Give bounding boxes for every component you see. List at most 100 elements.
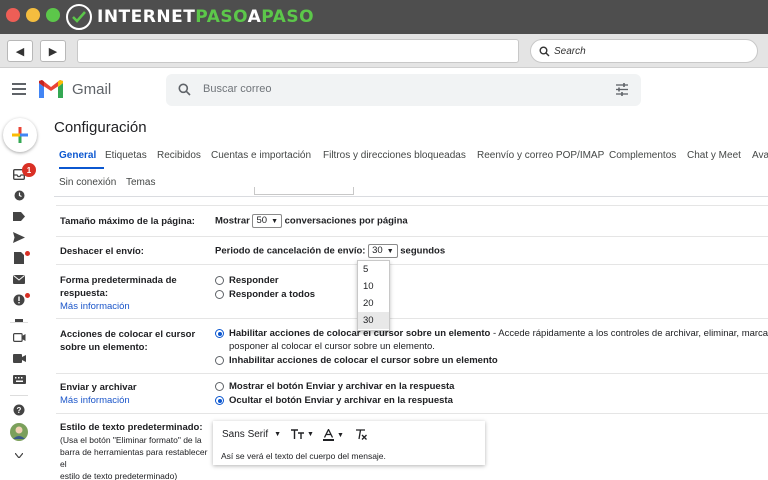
undo-send-setting: Periodo de cancelación de envío: 30 ▼ seg… [215, 244, 445, 258]
search-icon [539, 46, 550, 56]
compose-button[interactable] [3, 118, 37, 152]
chevron-down-icon: ▼ [307, 431, 314, 438]
row-divider [56, 373, 768, 374]
row-divider [56, 236, 768, 237]
tab-themes[interactable]: Temas [126, 177, 155, 188]
tab-general[interactable]: General [59, 150, 96, 161]
send-archive-show-option[interactable]: Mostrar el botón Enviar y archivar en la… [215, 381, 454, 392]
dropdown-option[interactable]: 10 [358, 278, 389, 295]
gmail-header: Gmail Buscar correo [0, 68, 768, 112]
radio-send-archive-hide[interactable] [215, 396, 224, 405]
radio-reply[interactable] [215, 276, 224, 285]
send-archive-show-label: Mostrar el botón Enviar y archivar en la… [229, 381, 455, 392]
font-size-select[interactable]: ▼ [291, 429, 314, 440]
spam-icon[interactable] [12, 294, 26, 306]
minimize-window-button[interactable] [26, 8, 40, 22]
compose-icon [12, 127, 28, 143]
maximize-window-button[interactable] [46, 8, 60, 22]
search-icon[interactable] [178, 83, 191, 96]
remove-format-icon [356, 429, 367, 440]
settings-tabs: General Etiquetas Recibidos Cuentas e im… [54, 145, 768, 197]
browser-search-input[interactable]: Search [530, 39, 758, 63]
undo-send-dropdown: 5 10 20 30 [357, 260, 390, 331]
tab-filters[interactable]: Filtros y direcciones bloqueadas [323, 150, 466, 161]
send-archive-hide-label: Ocultar el botón Enviar y archivar en la… [229, 395, 453, 406]
send-archive-more-info-link[interactable]: Más información [60, 394, 137, 407]
camera-icon[interactable] [12, 352, 26, 364]
tab-accounts[interactable]: Cuentas e importación [211, 150, 311, 161]
browser-search-placeholder: Search [554, 45, 586, 57]
tab-chat-meet[interactable]: Chat y Meet [687, 150, 741, 161]
send-archive-hide-option[interactable]: Ocultar el botón Enviar y archivar en la… [215, 395, 453, 406]
search-options-icon[interactable] [615, 83, 629, 96]
font-size-icon [291, 429, 304, 439]
clock-icon[interactable] [12, 189, 26, 201]
text-style-editor: Sans Serif ▼ ▼ ▼ Así se verá el texto del… [213, 421, 485, 465]
url-bar[interactable] [77, 39, 519, 63]
font-family-value: Sans Serif [222, 429, 269, 440]
back-button[interactable]: ◀ [7, 40, 33, 62]
inbox-unread-badge: 1 [22, 163, 36, 177]
radio-reply-all[interactable] [215, 290, 224, 299]
radio-send-archive-show[interactable] [215, 382, 224, 391]
text-color-select[interactable]: ▼ [323, 429, 344, 441]
close-window-button[interactable] [6, 8, 20, 22]
dropdown-option-selected[interactable]: 30 [358, 312, 389, 329]
radio-hover-enable[interactable] [215, 329, 224, 338]
forward-button[interactable]: ▶ [40, 40, 66, 62]
chevron-down-icon: ▼ [271, 218, 278, 225]
page-size-label: Tamaño máximo de la página: [60, 216, 195, 227]
tab-inbox[interactable]: Recibidos [157, 150, 201, 161]
keyboard-icon[interactable] [12, 373, 26, 385]
hover-enable-option[interactable]: Habilitar acciones de colocar el cursor … [215, 328, 768, 339]
row-divider [56, 264, 768, 265]
partial-select[interactable] [254, 187, 354, 195]
undo-send-value: 30 [372, 245, 383, 256]
text-style-desc: barra de herramientas para restablecer e… [60, 447, 208, 469]
draft-icon[interactable] [12, 252, 26, 264]
main-menu-icon[interactable] [12, 83, 26, 95]
text-style-label: Estilo de texto predeterminado: (Usa el … [60, 421, 215, 480]
back-arrow-icon: ◀ [15, 45, 25, 58]
text-style-desc: (Usa el botón "Eliminar formato" de la [60, 435, 202, 445]
tab-advanced[interactable]: Ava [752, 150, 768, 161]
reply-option-label: Responder [229, 275, 279, 286]
tab-addons[interactable]: Complementos [609, 150, 676, 161]
hover-disable-option[interactable]: Inhabilitar acciones de colocar el curso… [215, 355, 498, 366]
gmail-wordmark: Gmail [72, 81, 112, 98]
reply-all-option-label: Responder a todos [229, 289, 316, 300]
avatar[interactable] [10, 423, 28, 441]
reply-option[interactable]: Responder [215, 275, 279, 286]
label-icon[interactable] [12, 210, 26, 222]
page-size-select[interactable]: 50 ▼ [252, 214, 282, 228]
undo-send-select[interactable]: 30 ▼ [368, 244, 398, 258]
page-size-setting: Mostrar 50 ▼ conversaciones por página [215, 214, 408, 228]
browser-toolbar: ◀ ▶ Search [0, 34, 768, 68]
tab-forwarding[interactable]: Reenvío y correo POP/IMAP [477, 150, 604, 161]
rail-divider [10, 395, 28, 396]
tab-labels[interactable]: Etiquetas [105, 150, 147, 161]
gmail-logo-icon [39, 80, 63, 98]
reply-default-title: Forma predeterminada de respuesta: [60, 275, 177, 299]
chevron-down-icon[interactable] [12, 449, 26, 461]
reply-more-info-link[interactable]: Más información [60, 300, 200, 313]
chevron-down-icon: ▼ [274, 431, 282, 438]
mail-search-input[interactable]: Buscar correo [166, 74, 641, 106]
dropdown-option[interactable]: 20 [358, 295, 389, 312]
help-icon[interactable]: ? [12, 404, 26, 416]
video-icon[interactable] [12, 331, 26, 343]
tab-offline[interactable]: Sin conexión [59, 177, 116, 188]
send-archive-label: Enviar y archivar Más información [60, 381, 137, 407]
send-icon[interactable] [12, 231, 26, 243]
mail-icon[interactable] [12, 273, 26, 285]
dropdown-option[interactable]: 5 [358, 261, 389, 278]
remove-format-button[interactable] [355, 429, 367, 440]
send-archive-title: Enviar y archivar [60, 382, 137, 393]
font-family-select[interactable]: Sans Serif ▼ [222, 429, 281, 440]
radio-hover-disable[interactable] [215, 356, 224, 365]
active-tab-indicator [59, 167, 104, 169]
reply-default-label: Forma predeterminada de respuesta: Más i… [60, 274, 200, 313]
reply-all-option[interactable]: Responder a todos [215, 289, 315, 300]
rail-divider [10, 322, 28, 323]
more-icon[interactable] [12, 314, 26, 326]
